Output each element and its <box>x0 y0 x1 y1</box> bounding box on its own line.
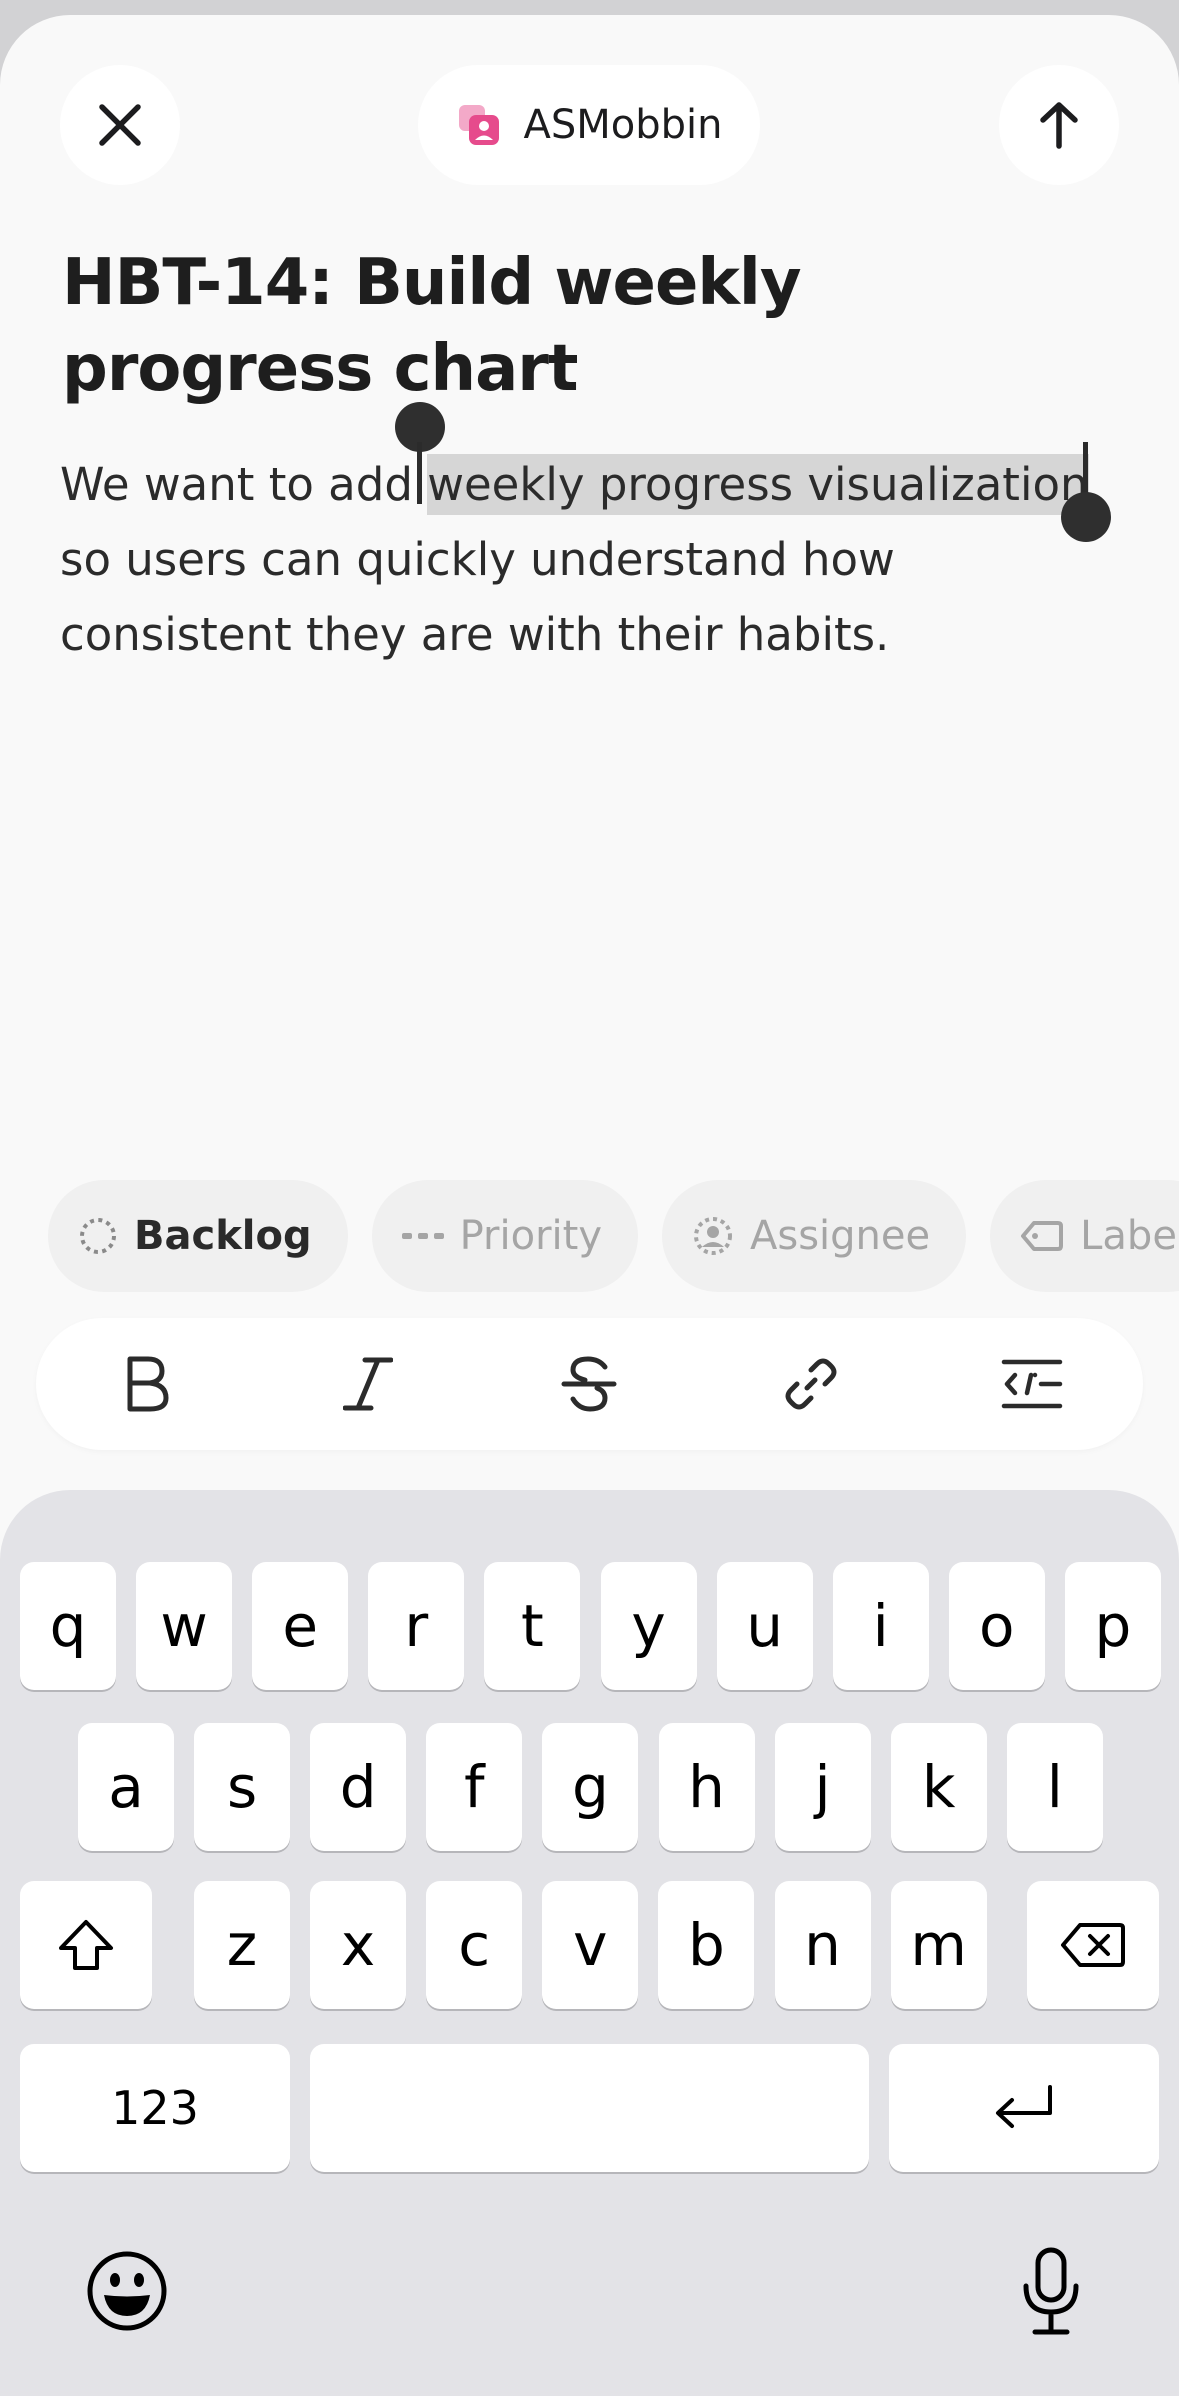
key-k[interactable]: k <box>890 1723 987 1851</box>
selection-end-handle[interactable] <box>1061 492 1111 542</box>
key-i[interactable]: i <box>832 1562 929 1690</box>
key-b[interactable]: b <box>658 1881 755 2009</box>
arrow-up-icon <box>1040 102 1078 149</box>
assignee-label: Assignee <box>750 1213 931 1259</box>
assignee-icon <box>694 1217 732 1255</box>
key-c[interactable]: c <box>426 1881 523 2009</box>
key-x[interactable]: x <box>310 1881 407 2009</box>
close-icon <box>99 104 141 146</box>
key-u[interactable]: u <box>716 1562 813 1690</box>
key-f[interactable]: f <box>426 1723 523 1851</box>
key-q[interactable]: q <box>20 1562 116 1690</box>
emoji-key[interactable] <box>82 2246 172 2336</box>
description-text-before: We want to add <box>60 458 428 511</box>
shift-icon <box>59 1920 113 1970</box>
key-y[interactable]: y <box>600 1562 697 1690</box>
status-label: Backlog <box>134 1213 312 1259</box>
key-m[interactable]: m <box>890 1881 987 2009</box>
selected-text[interactable]: weekly progress visualization <box>427 454 1089 515</box>
label-chip[interactable]: Label <box>990 1180 1179 1292</box>
submit-button[interactable] <box>999 65 1119 185</box>
priority-chip[interactable]: Priority <box>371 1180 638 1292</box>
key-e[interactable]: e <box>252 1562 349 1690</box>
priority-dots-icon <box>401 1233 444 1239</box>
italic-icon <box>343 1357 394 1411</box>
key-s[interactable]: s <box>194 1723 291 1851</box>
description-text-after: so users can quickly understand how cons… <box>60 533 895 661</box>
microphone-icon <box>1023 2247 1079 2335</box>
dictation-key[interactable] <box>1006 2236 1096 2346</box>
delete-key[interactable] <box>1027 1881 1159 2009</box>
property-chips: Backlog Priority Assignee Label <box>48 1180 1179 1292</box>
bold-button[interactable] <box>92 1329 202 1439</box>
key-t[interactable]: t <box>484 1562 581 1690</box>
new-issue-sheet: ASMobbin HBT-14: Build weekly progress c… <box>0 15 1179 2396</box>
link-button[interactable] <box>756 1329 866 1439</box>
return-key[interactable] <box>889 2044 1159 2172</box>
code-block-icon <box>1002 1359 1063 1409</box>
key-j[interactable]: j <box>774 1723 871 1851</box>
emoji-icon <box>87 2251 167 2331</box>
key-h[interactable]: h <box>658 1723 755 1851</box>
key-p[interactable]: p <box>1064 1562 1161 1690</box>
key-d[interactable]: d <box>310 1723 407 1851</box>
key-g[interactable]: g <box>542 1723 639 1851</box>
formatting-toolbar <box>36 1318 1143 1450</box>
assignee-chip[interactable]: Assignee <box>662 1180 967 1292</box>
priority-label: Priority <box>459 1213 602 1259</box>
key-v[interactable]: v <box>542 1881 639 2009</box>
link-icon <box>785 1358 837 1410</box>
issue-description[interactable]: We want to add weekly progress visualiza… <box>60 447 1120 672</box>
label-label: Label <box>1080 1213 1179 1259</box>
shift-key[interactable] <box>20 1881 152 2009</box>
key-r[interactable]: r <box>368 1562 465 1690</box>
backlog-status-icon <box>80 1218 116 1254</box>
return-icon <box>996 2085 1052 2128</box>
bold-icon <box>127 1356 169 1412</box>
strikethrough-button[interactable] <box>534 1329 644 1439</box>
key-z[interactable]: z <box>194 1881 290 2009</box>
key-a[interactable]: a <box>78 1723 174 1851</box>
selection-start-caret <box>417 442 422 504</box>
label-tag-icon <box>1021 1221 1064 1251</box>
keyboard: qwertyuiop asdfghjkl zxcvbnm 123 <box>0 1490 1179 2396</box>
key-w[interactable]: w <box>136 1562 233 1690</box>
space-key[interactable] <box>310 2044 869 2172</box>
key-o[interactable]: o <box>948 1562 1045 1690</box>
team-icon <box>458 105 499 145</box>
team-selector[interactable]: ASMobbin <box>418 65 760 185</box>
code-block-button[interactable] <box>977 1329 1087 1439</box>
key-n[interactable]: n <box>774 1881 871 2009</box>
issue-title[interactable]: HBT-14: Build weekly progress chart <box>62 240 1122 412</box>
strikethrough-icon <box>561 1356 617 1412</box>
numbers-key[interactable]: 123 <box>20 2044 290 2172</box>
backspace-icon <box>1061 1923 1125 1967</box>
close-button[interactable] <box>60 65 180 185</box>
status-chip[interactable]: Backlog <box>48 1180 348 1292</box>
italic-button[interactable] <box>313 1329 423 1439</box>
key-l[interactable]: l <box>1006 1723 1103 1851</box>
team-name: ASMobbin <box>523 102 723 148</box>
